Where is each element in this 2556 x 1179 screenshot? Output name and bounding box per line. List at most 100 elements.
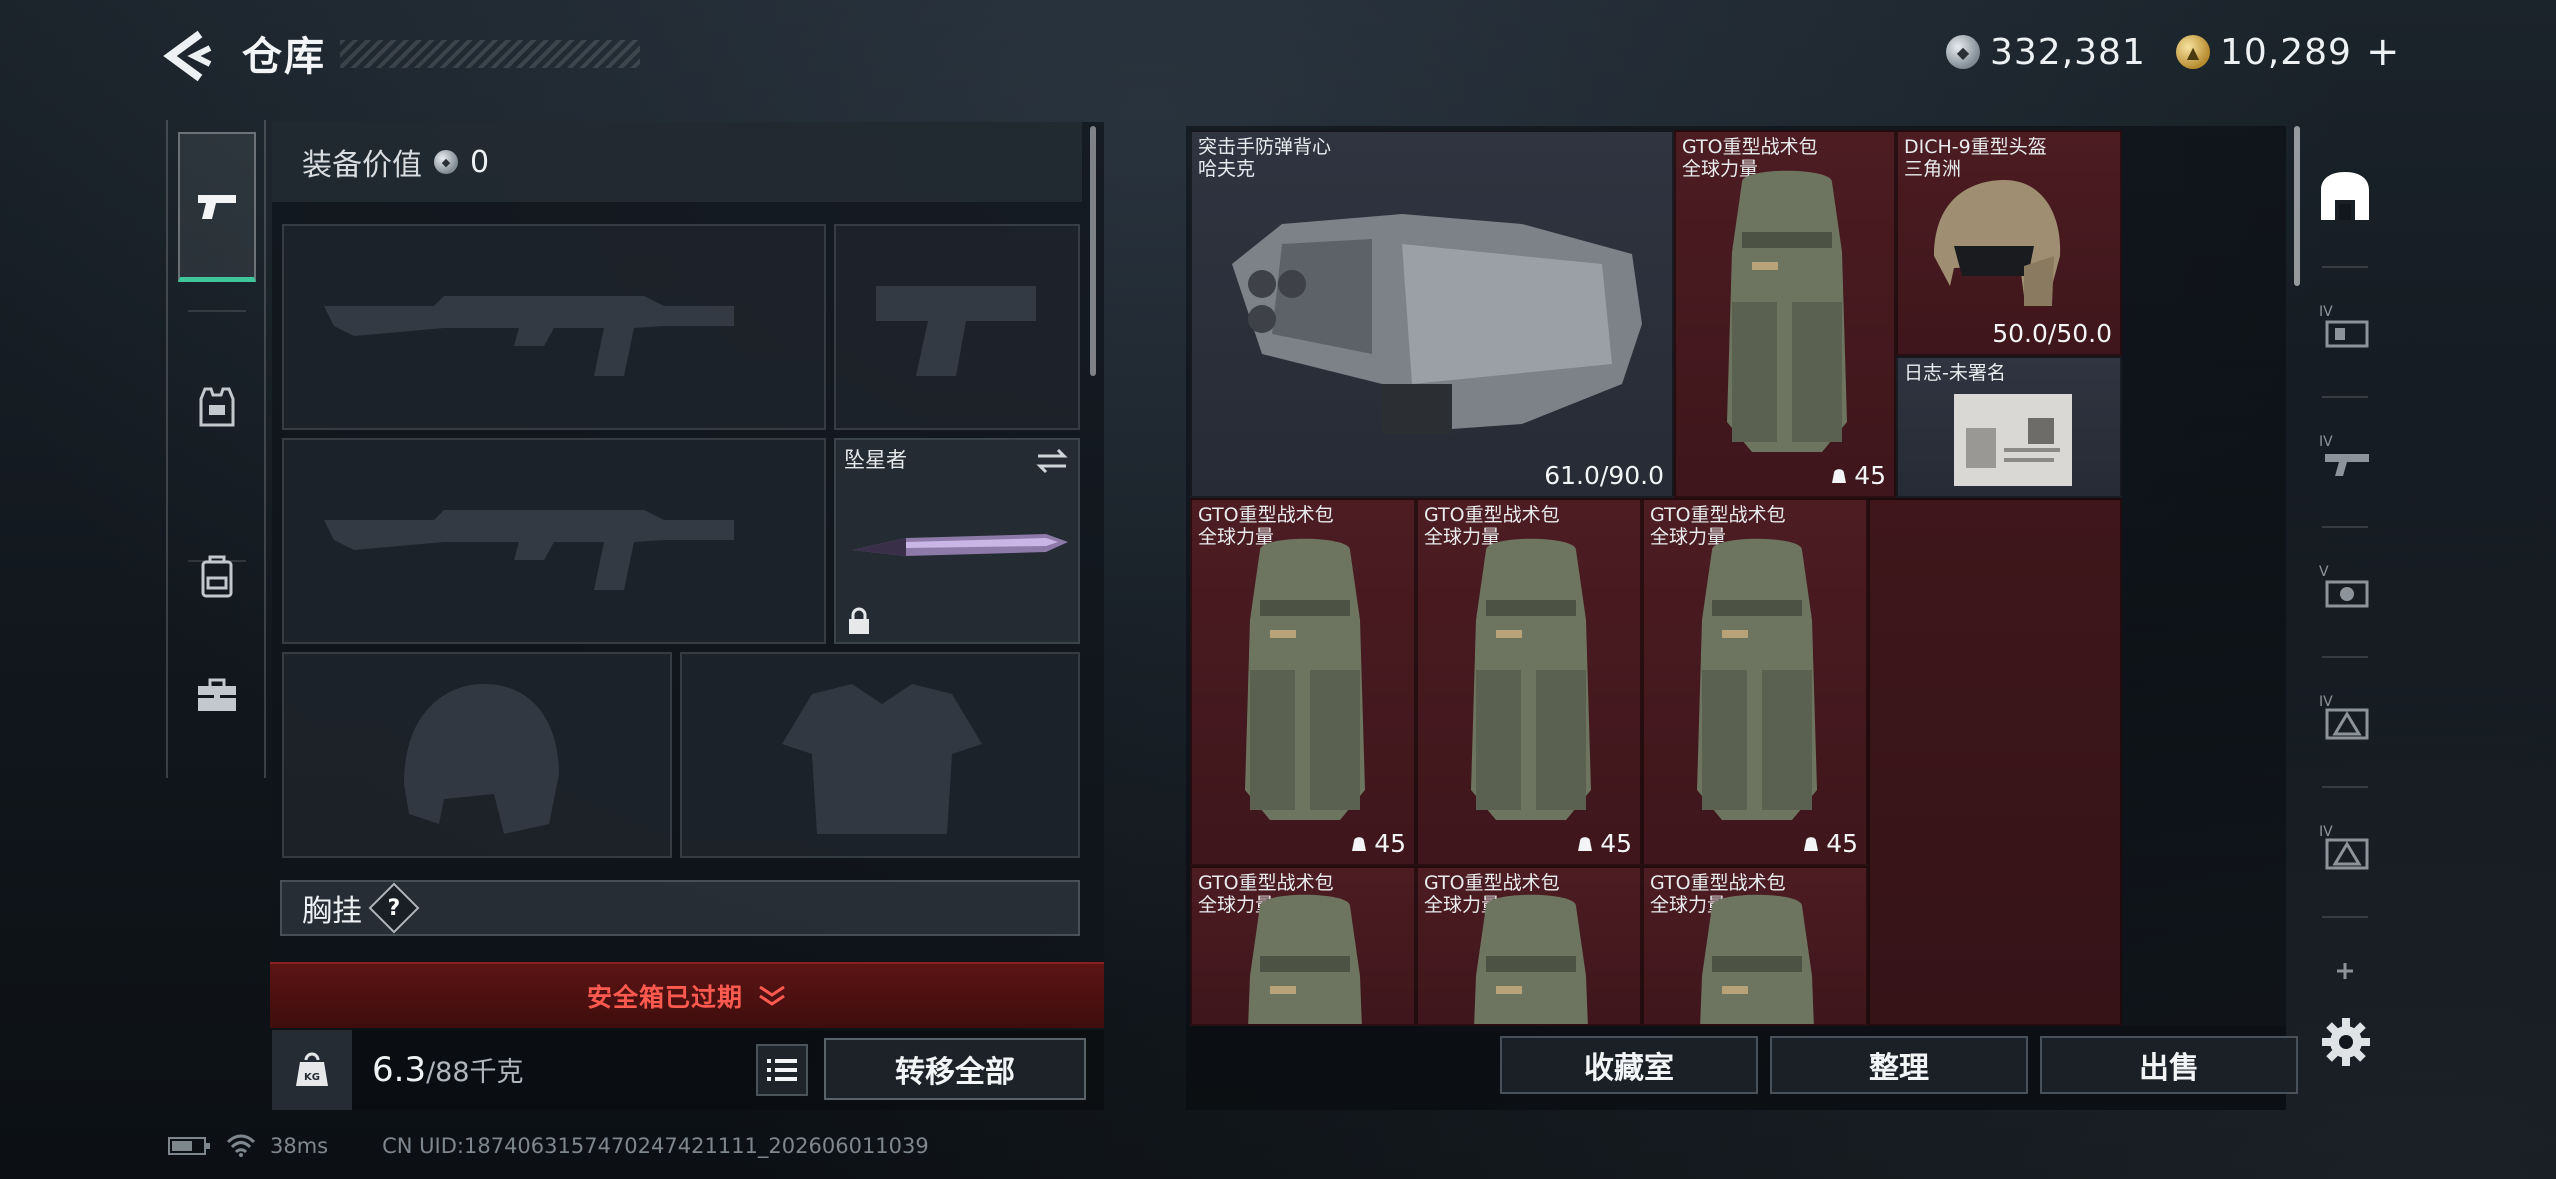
svg-text:V: V: [2319, 564, 2329, 580]
stash-item-armor-vest[interactable]: 突击手防弹背心 哈夫克 61.0/90.0: [1190, 130, 1674, 498]
loadout-scrollbar[interactable]: [1090, 126, 1096, 376]
backpack-image: [1727, 170, 1847, 452]
filter-tier-tab[interactable]: IV: [2310, 422, 2380, 492]
equipment-value-label: 装备价值: [302, 148, 422, 183]
backpack-image: [1471, 538, 1591, 820]
collection-button[interactable]: 收藏室: [1500, 1036, 1758, 1094]
silver-coin-icon: ◆: [434, 150, 458, 174]
stash-item-backpack[interactable]: GTO重型战术包 全球力量 45: [1416, 498, 1642, 866]
status-bar: 38ms CN UID:1874063157470247421111_20260…: [168, 1128, 929, 1164]
item-capacity: 45: [1802, 829, 1858, 858]
melee-weapon-name: 坠星者: [844, 448, 907, 472]
safe-box-status: 安全箱已过期: [586, 983, 743, 1012]
filter-tier-tab[interactable]: IV: [2310, 292, 2380, 362]
add-currency-button[interactable]: +: [2366, 29, 2400, 75]
category-nav: [166, 120, 266, 778]
page-title: 仓库: [242, 34, 326, 80]
settings-gear-icon[interactable]: [2318, 1014, 2374, 1070]
filter-tier-tab[interactable]: V: [2310, 552, 2380, 622]
chest-rig-slot[interactable]: 胸挂 ?: [280, 880, 1080, 936]
stash-action-bar: 收藏室 整理 出售: [1186, 1026, 2298, 1110]
filter-tier-tab[interactable]: IV: [2310, 812, 2380, 882]
stash-item-log[interactable]: 日志-未署名: [1896, 356, 2122, 498]
backpack-image: [1245, 538, 1365, 820]
lock-icon: [849, 607, 869, 634]
svg-text:IV: IV: [2319, 434, 2333, 450]
stash-item-backpack[interactable]: GTO重型战术包 全球力量: [1190, 866, 1416, 1026]
filter-separator: [2322, 396, 2368, 398]
nav-toolbox-tab[interactable]: [178, 620, 256, 770]
stash-item-backpack[interactable]: GTO重型战术包 全球力量: [1416, 866, 1642, 1026]
item-capacity: 45: [1576, 829, 1632, 858]
silver-amount: 332,381: [1990, 31, 2146, 73]
svg-text:IV: IV: [2319, 304, 2333, 320]
briefcase-icon: [198, 678, 236, 711]
stash-item-helmet[interactable]: DICH-9重型头盔 三角洲 50.0/50.0: [1896, 130, 2122, 356]
plus-icon: [2337, 963, 2353, 979]
item-name: GTO重型战术包: [1682, 136, 1818, 158]
equipment-value-bar: 装备价值 ◆ 0: [272, 122, 1082, 202]
safe-box-expired-banner[interactable]: 安全箱已过期: [270, 962, 1104, 1028]
filter-tier-tab[interactable]: IV: [2310, 682, 2380, 752]
stash-item-backpack[interactable]: GTO重型战术包 全球力量 45: [1674, 130, 1896, 498]
sell-button[interactable]: 出售: [2040, 1036, 2298, 1094]
sort-button[interactable]: 整理: [1770, 1036, 2028, 1094]
stash-empty-cell[interactable]: [1868, 498, 2122, 1026]
warehouse-icon: [2321, 172, 2369, 220]
stash-item-backpack[interactable]: GTO重型战术包 全球力量: [1642, 866, 1868, 1026]
capacity-icon: [1578, 836, 1593, 851]
sidearm-slot[interactable]: [834, 224, 1080, 430]
backpack-image: [1697, 538, 1817, 820]
back-arrow-icon[interactable]: [160, 26, 220, 86]
gold-currency[interactable]: ▲ 10,289 +: [2176, 29, 2400, 75]
equipment-value: 0: [470, 144, 490, 180]
stash-item-backpack[interactable]: GTO重型战术包 全球力量 45: [1642, 498, 1868, 866]
list-view-button[interactable]: [756, 1044, 808, 1096]
backpack-image: [1474, 894, 1588, 1024]
gold-coin-icon: ▲: [2176, 35, 2210, 69]
backpack-image: [1248, 894, 1362, 1024]
transfer-all-button[interactable]: 转移全部: [824, 1038, 1086, 1100]
svg-text:KG: KG: [304, 1072, 320, 1083]
capacity-icon: [1804, 836, 1819, 851]
nav-weapons-tab[interactable]: [178, 132, 256, 282]
silver-coin-icon: ◆: [1946, 35, 1980, 69]
filter-more-tab[interactable]: [2310, 956, 2380, 986]
body-armor-slot[interactable]: [680, 652, 1080, 858]
wifi-icon: [226, 1134, 256, 1157]
nav-separator: [188, 310, 246, 312]
filter-all-tab[interactable]: [2310, 162, 2380, 232]
weight-icon: KG: [272, 1030, 352, 1110]
help-icon[interactable]: ?: [368, 882, 420, 934]
helmet-slot[interactable]: [282, 652, 672, 858]
nav-armor-tab[interactable]: [178, 332, 256, 482]
filter-separator: [2322, 526, 2368, 528]
stash-item-backpack[interactable]: GTO重型战术包 全球力量 45: [1190, 498, 1416, 866]
triangle-tier-icon: IV: [2319, 824, 2369, 870]
swap-icon[interactable]: [1034, 446, 1070, 476]
capacity-bar: KG 6.3/88千克 转移全部: [272, 1030, 1104, 1110]
rifle-silhouette-icon: [324, 296, 734, 376]
primary-weapon-slot[interactable]: [282, 224, 826, 430]
armor-silhouette-icon: [782, 684, 982, 834]
silver-currency: ◆ 332,381: [1946, 30, 2146, 74]
helmet-image: [1934, 180, 2061, 306]
gun-tier-icon: IV: [2319, 434, 2369, 476]
device-tier-icon: V: [2319, 564, 2369, 608]
filter-separator: [2322, 916, 2368, 918]
item-durability: 50.0/50.0: [1992, 319, 2112, 348]
item-name: 日志-未署名: [1904, 362, 2006, 384]
weapon-tier-icon: IV: [2319, 304, 2369, 348]
knife-icon: [852, 534, 1068, 556]
weight-readout: 6.3/88千克: [372, 1050, 524, 1090]
secondary-weapon-slot[interactable]: [282, 438, 826, 644]
chest-rig-label: 胸挂: [302, 894, 362, 929]
item-brand: 哈夫克: [1198, 158, 1256, 180]
capacity-icon: [1352, 836, 1367, 851]
helmet-silhouette-icon: [404, 684, 559, 834]
melee-slot[interactable]: 坠星者: [834, 438, 1080, 644]
svg-text:IV: IV: [2319, 824, 2333, 840]
capacity-icon: [1832, 468, 1847, 483]
document-image: [1954, 394, 2072, 486]
loadout-panel: 装备价值 ◆ 0 坠星者 胸挂 ? 安全箱已过期: [270, 122, 1104, 1028]
